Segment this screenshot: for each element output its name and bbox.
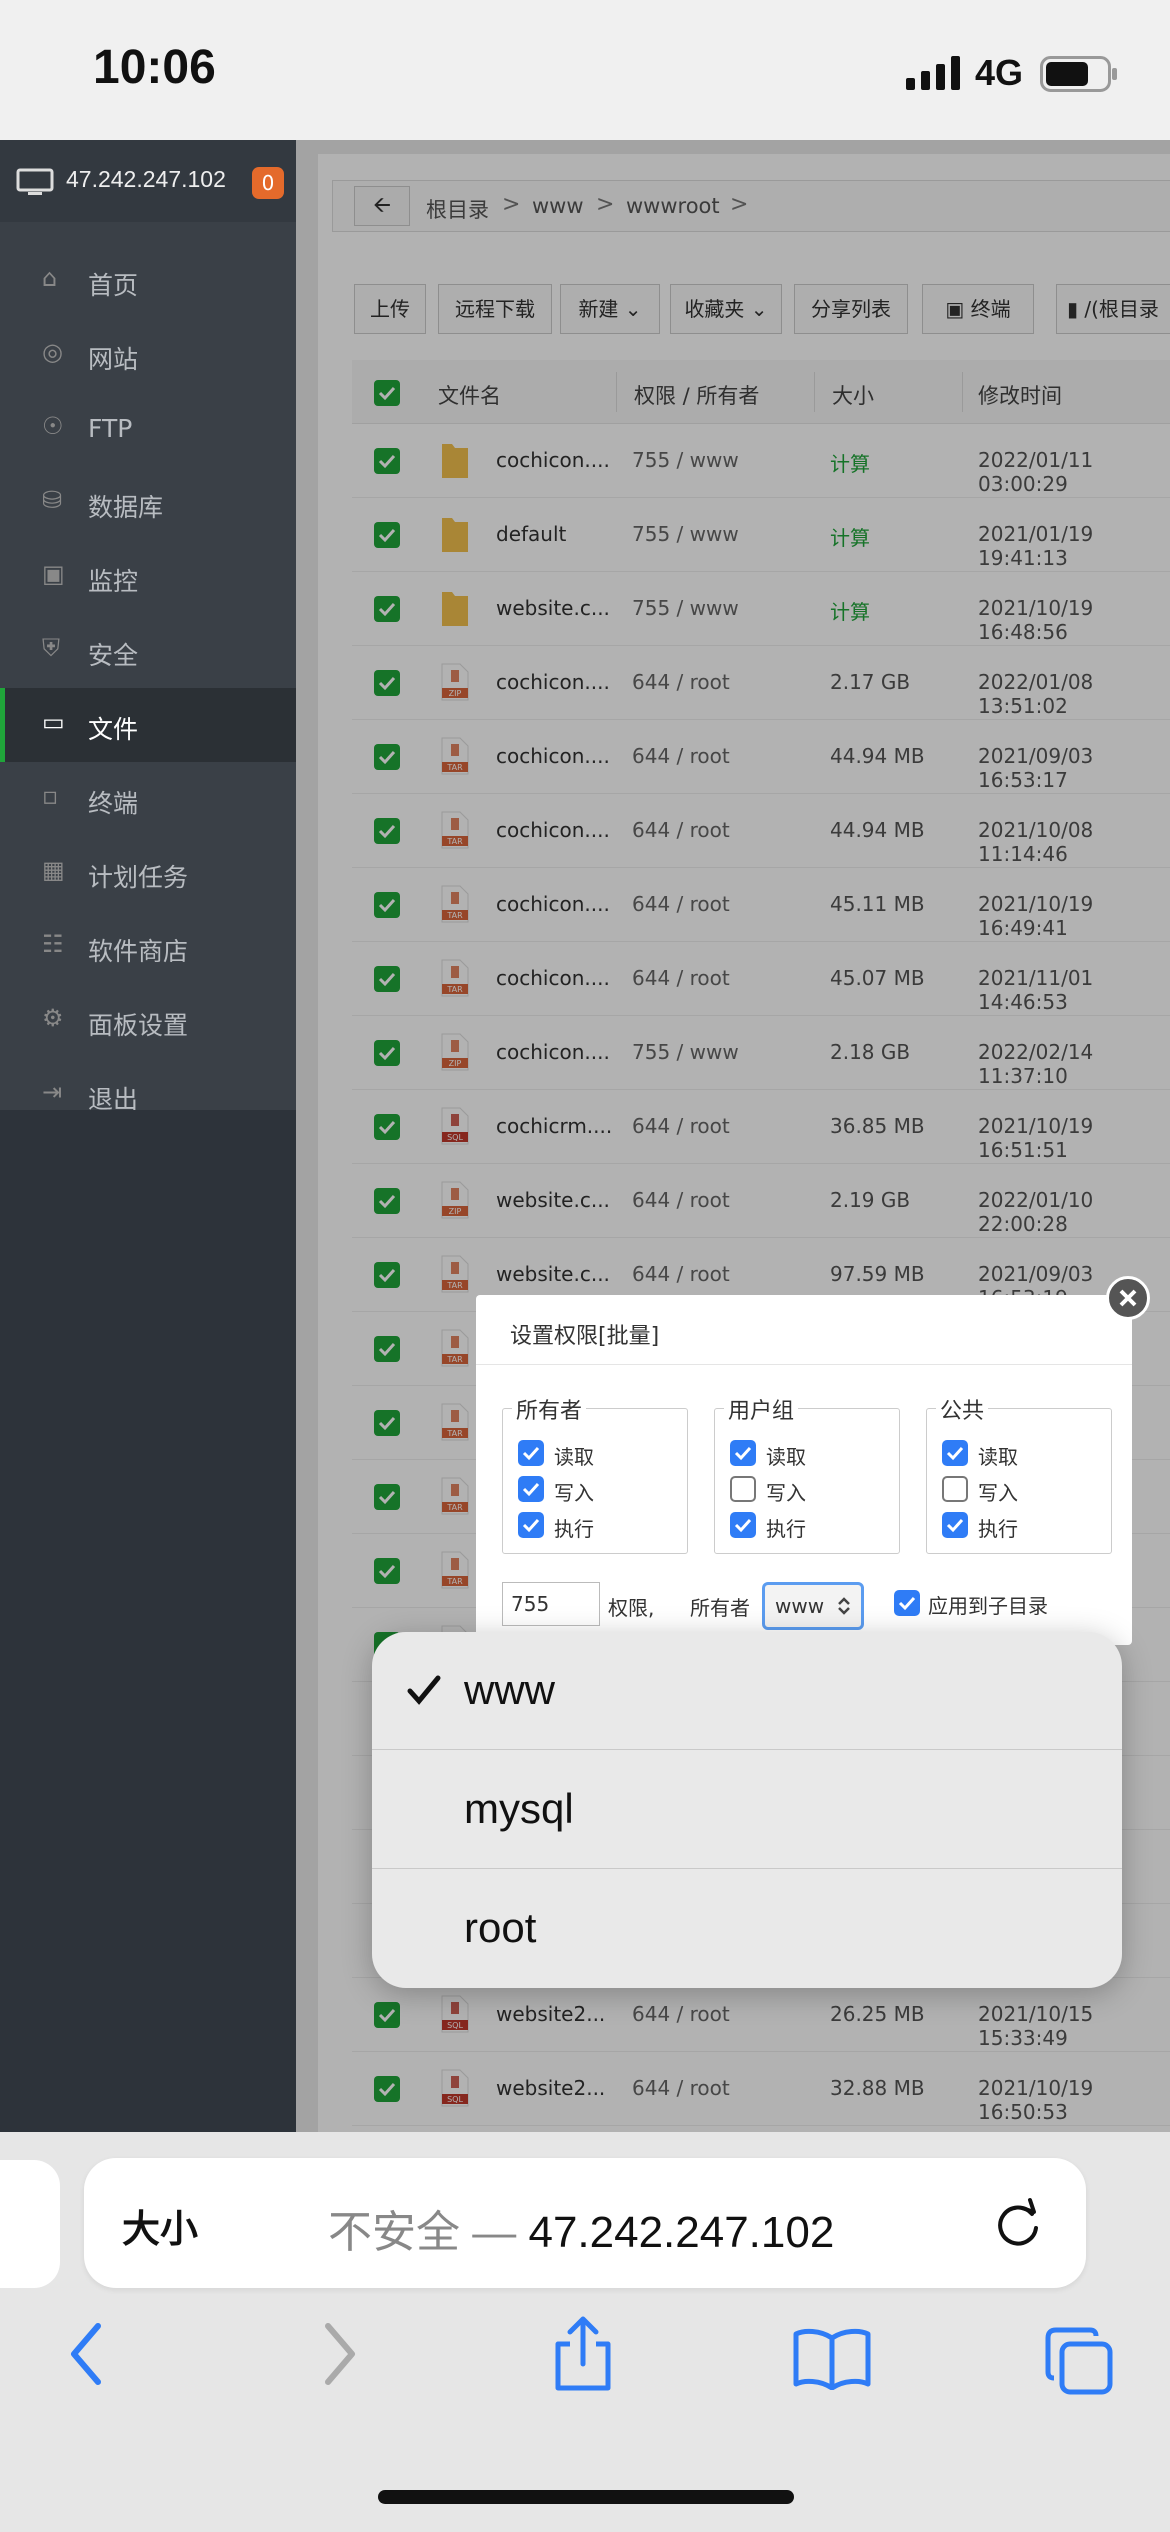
sidebar-item[interactable]: ⚙ 面板设置 [0,984,296,1058]
sidebar-item-label: 文件 [88,715,139,744]
permission-group-title: 公共 [936,1393,989,1425]
sidebar-item-label: FTP [88,414,133,443]
sidebar-item[interactable]: ▣ 监控 [0,540,296,614]
sidebar-item[interactable]: ☷ 软件商店 [0,910,296,984]
permission-group-title: 用户组 [724,1393,799,1425]
picker-option-mysql[interactable]: mysql [372,1751,1122,1869]
bookmarks-icon[interactable] [792,2328,872,2390]
dialog-title: 设置权限[批量] [510,1324,660,1349]
permission-label: 权限, [608,1596,655,1620]
perm-read-label: 读取 [554,1445,594,1469]
terminal-icon: ▫ [42,782,59,810]
perm-write-checkbox[interactable] [730,1476,756,1502]
perm-read-checkbox[interactable] [730,1440,756,1466]
apply-subdir-checkbox[interactable] [894,1590,920,1616]
notification-badge[interactable]: 0 [252,167,284,199]
globe-icon: ◎ [42,338,63,366]
home-icon: ⌂ [42,264,58,292]
perm-read-label: 读取 [978,1445,1018,1469]
select-arrows-icon [838,1597,850,1615]
sidebar-item[interactable]: ☉ FTP [0,392,296,466]
sidebar-item-label: 面板设置 [88,1011,189,1040]
perm-read-checkbox[interactable] [942,1440,968,1466]
sidebar-item-label: 安全 [88,641,139,670]
ftp-icon: ☉ [42,412,64,440]
sidebar-item-label: 监控 [88,567,139,596]
server-ip: 47.242.247.102 [66,166,226,192]
previous-tab-preview[interactable] [0,2160,60,2288]
url-host: 47.242.247.102 [528,2208,835,2257]
close-icon [1119,1289,1137,1307]
permission-input[interactable]: 755 [502,1582,600,1626]
sidebar-item-label: 计划任务 [88,863,189,892]
perm-exec-label: 执行 [554,1517,594,1541]
folder-icon: ▭ [42,708,65,736]
permission-group-title: 所有者 [512,1393,587,1425]
forward-arrow-icon [325,2323,355,2385]
home-indicator [378,2490,794,2504]
sidebar-item[interactable]: ▦ 计划任务 [0,836,296,910]
database-icon: ⛁ [42,486,63,514]
signal-icon [906,56,960,90]
network-type: 4G [975,52,1024,93]
perm-read-label: 读取 [766,1445,806,1469]
monitor-icon: ▣ [42,560,65,588]
perm-write-label: 写入 [766,1481,806,1505]
sidebar-item-label: 首页 [88,271,139,300]
perm-write-checkbox[interactable] [518,1476,544,1502]
back-arrow-icon[interactable] [66,2322,106,2386]
url-text[interactable]: 不安全 — 47.242.247.102 [328,2196,834,2260]
sidebar-item-label: 终端 [88,789,139,818]
sidebar-item[interactable]: ▭ 文件 [0,688,296,762]
perm-exec-label: 执行 [766,1517,806,1541]
close-button[interactable] [1106,1276,1150,1320]
reload-icon[interactable] [990,2194,1046,2252]
calendar-icon: ▦ [42,856,65,884]
sidebar-item[interactable]: ◎ 网站 [0,318,296,392]
picker-option-root[interactable]: root [372,1870,1122,1988]
sidebar-item[interactable]: ⛨ 安全 [0,614,296,688]
perm-write-label: 写入 [978,1481,1018,1505]
picker-option-label: www [464,1666,555,1713]
sidebar-item-label: 数据库 [88,493,164,522]
picker-option-label: root [464,1904,537,1951]
share-icon[interactable] [550,2316,616,2392]
server-header[interactable]: 47.242.247.102 0 [0,140,296,222]
owner-label: 所有者 [690,1596,750,1620]
perm-read-checkbox[interactable] [518,1440,544,1466]
gear-icon: ⚙ [42,1004,64,1032]
battery-icon [1040,56,1117,92]
picker-option-label: mysql [464,1785,574,1832]
picker-option-www[interactable]: www [372,1632,1122,1750]
perm-exec-checkbox[interactable] [942,1512,968,1538]
sidebar-background [0,1110,296,2132]
checkmark-icon [407,1675,441,1705]
sidebar-item[interactable]: ⌂ 首页 [0,244,296,318]
text-size-button[interactable]: 大小 [122,2198,198,2253]
insecure-label: 不安全 — [328,2208,517,2257]
sidebar: 47.242.247.102 0 ⌂ 首页 ◎ 网站 ☉ FTP ⛁ 数据库 ▣ 监控 ⛨ 安全 ▭ 文件… [0,140,296,2132]
tabs-icon[interactable] [1044,2326,1114,2396]
perm-exec-checkbox[interactable] [518,1512,544,1538]
computer-icon [16,168,54,195]
apply-subdir-label: 应用到子目录 [928,1594,1048,1618]
sidebar-item-label: 软件商店 [88,937,189,966]
shield-icon: ⛨ [42,634,60,662]
sidebar-item[interactable]: ▫ 终端 [0,762,296,836]
logout-icon: ⇥ [42,1078,63,1106]
perm-write-label: 写入 [554,1481,594,1505]
sidebar-item[interactable]: ⛁ 数据库 [0,466,296,540]
perm-exec-checkbox[interactable] [730,1512,756,1538]
apps-icon: ☷ [42,930,64,958]
perm-write-checkbox[interactable] [942,1476,968,1502]
sidebar-item-label: 网站 [88,345,139,374]
owner-picker: www mysql root [372,1632,1122,1988]
status-time: 10:06 [93,41,216,94]
perm-exec-label: 执行 [978,1517,1018,1541]
